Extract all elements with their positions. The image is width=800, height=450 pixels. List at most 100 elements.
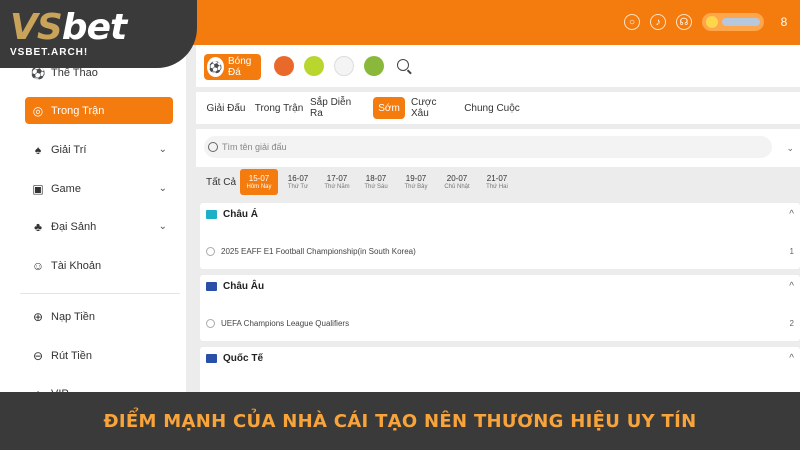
sidebar: ⚽ Thể Thao ◎ Trong Trận ♠ Giải Trí ⌄ ▣ G… [0,45,186,405]
withdraw-icon: ⊖ [32,348,44,363]
tab-chung-cuoc[interactable]: Chung Cuộc [464,97,520,119]
match-count: 2 [789,319,794,328]
sidebar-item-label: Thể Thao [51,66,98,79]
headset-icon[interactable]: ☊ [676,14,692,30]
sidebar-item-label: Giải Trí [51,143,87,156]
game-icon: ▣ [32,181,44,196]
chevron-down-icon: ⌄ [158,183,167,194]
tabs-bar: Giải Đấu Trong Trận Sắp Diễn Ra Sớm Cược… [196,92,800,124]
league-section: Châu Âu ^ UEFA Champions League Qualifie… [200,275,800,341]
account-icon: ☺ [31,258,45,273]
sidebar-item-rut-tien[interactable]: ⊖ Rút Tiền [25,342,173,369]
list-item[interactable]: UEFA Champions League Qualifiers [206,319,349,328]
league-section: Châu Á ^ 2025 EAFF E1 Football Champions… [200,203,800,269]
top-icons: ○ ♪ ☊ 8 [624,12,794,32]
basketball-icon[interactable] [274,56,294,76]
logo-subtitle: VSBET.ARCH! [10,47,89,58]
date-value: 17-07 [326,174,348,183]
chevron-up-icon[interactable]: ^ [789,209,794,220]
list-item[interactable]: 2025 EAFF E1 Football Championship(in So… [206,247,416,256]
baseball-icon[interactable] [334,56,354,76]
date-selector: Tất Cả 15-07 Hôm Nay 16-07 Thứ Tư 17-07 … [196,169,800,197]
sport-tab-football[interactable]: ⚽ Bóng Đá [204,54,261,80]
radio-button[interactable] [206,319,215,328]
avatar[interactable]: 8 [774,12,794,32]
date-item[interactable]: 16-07 Thứ Tư [279,169,317,195]
bottom-banner: ĐIỂM MẠNH CỦA NHÀ CÁI TẠO NÊN THƯƠNG HIỆ… [0,392,800,450]
league-region: Quốc Tế [223,353,264,364]
league-header[interactable]: Châu Á [206,209,258,220]
date-item[interactable]: 21-07 Thứ Hai [478,169,516,195]
sidebar-item-label: Game [51,182,81,195]
search-row: Tìm tên giải đấu ⌄ [196,129,800,167]
logo[interactable]: VSbet VSBET.ARCH! [0,0,197,68]
coin-icon [706,16,718,28]
date-item[interactable]: 17-07 Thứ Năm [318,169,356,195]
sidebar-divider [20,293,180,294]
league-name: 2025 EAFF E1 Football Championship(in So… [221,247,416,256]
sidebar-item-nap-tien[interactable]: ⊕ Nạp Tiền [25,303,173,330]
radio-button[interactable] [206,247,215,256]
deposit-icon: ⊕ [32,309,44,324]
tab-sap-dien-ra[interactable]: Sắp Diễn Ra [310,97,366,119]
tennis-ball-icon[interactable] [304,56,324,76]
league-header[interactable]: Quốc Tế [206,353,263,364]
sidebar-item-game[interactable]: ▣ Game ⌄ [25,175,173,202]
sidebar-item-trong-tran[interactable]: ◎ Trong Trận [25,97,173,124]
search-icon [208,142,218,152]
logo-text: VSbet [10,7,127,48]
date-item[interactable]: 20-07 Chủ Nhật [438,169,476,195]
main-panel: ⚽ Bóng Đá Giải Đấu Trong Trận Sắp Diễn R… [196,45,800,405]
tab-trong-tran[interactable]: Trong Trận [254,97,304,119]
date-value: 15-07 [248,174,270,183]
wallet-balance[interactable] [702,13,764,31]
chevron-up-icon[interactable]: ^ [789,281,794,292]
date-day: Thứ Tư [287,184,309,190]
league-region: Châu Âu [223,281,265,292]
date-all[interactable]: Tất Cả [206,177,236,188]
tab-som[interactable]: Sớm [373,97,405,119]
date-value: 20-07 [446,174,468,183]
sport-tab-label: Bóng Đá [227,56,252,78]
soccer-ball-icon: ⚽ [207,57,224,77]
sidebar-item-tai-khoan[interactable]: ☺ Tài Khoản [25,252,173,279]
date-item[interactable]: 19-07 Thứ Bảy [397,169,435,195]
date-value: 19-07 [405,174,427,183]
date-day: Chủ Nhật [444,184,470,190]
tab-giai-dau[interactable]: Giải Đấu [204,97,248,119]
date-day: Thứ Năm [324,184,350,190]
esports-icon[interactable] [364,56,384,76]
banner-title: ĐIỂM MẠNH CỦA NHÀ CÁI TẠO NÊN THƯƠNG HIỆ… [103,410,697,432]
sidebar-item-giai-tri[interactable]: ♠ Giải Trí ⌄ [25,136,173,163]
date-day: Thứ Hai [486,184,508,190]
date-item[interactable]: 15-07 Hôm Nay [240,169,278,195]
bell-icon[interactable]: ♪ [650,14,666,30]
league-region: Châu Á [223,209,258,220]
search-icon[interactable] [397,59,409,71]
search-input[interactable]: Tìm tên giải đấu [204,136,772,158]
notification-icon[interactable]: ○ [624,14,640,30]
live-icon: ◎ [32,103,44,118]
date-day: Thứ Bảy [404,184,428,190]
sidebar-item-dai-sanh[interactable]: ♣ Đại Sảnh ⌄ [25,213,173,240]
sidebar-item-label: Rút Tiền [51,349,92,362]
chevron-down-icon: ⌄ [158,144,167,155]
sidebar-item-label: Nạp Tiền [51,310,96,323]
hall-icon: ♣ [34,219,42,234]
league-header[interactable]: Châu Âu [206,281,264,292]
flag-icon [206,210,217,219]
sports-bar: ⚽ Bóng Đá [196,45,800,87]
sidebar-item-label: Đại Sảnh [51,220,97,233]
chevron-down-icon: ⌄ [158,221,167,232]
sidebar-item-label: Trong Trận [51,104,105,117]
chevron-up-icon[interactable]: ^ [789,353,794,364]
spade-icon: ♠ [34,142,42,157]
match-count: 1 [789,247,794,256]
date-value: 21-07 [486,174,508,183]
tab-cuoc-xau[interactable]: Cược Xâu [411,97,455,119]
date-item[interactable]: 18-07 Thứ Sáu [357,169,395,195]
date-value: 16-07 [287,174,309,183]
search-placeholder: Tìm tên giải đấu [222,142,287,152]
chevron-double-down-icon[interactable]: ⌄ [786,143,794,154]
league-name: UEFA Champions League Qualifiers [221,319,350,328]
